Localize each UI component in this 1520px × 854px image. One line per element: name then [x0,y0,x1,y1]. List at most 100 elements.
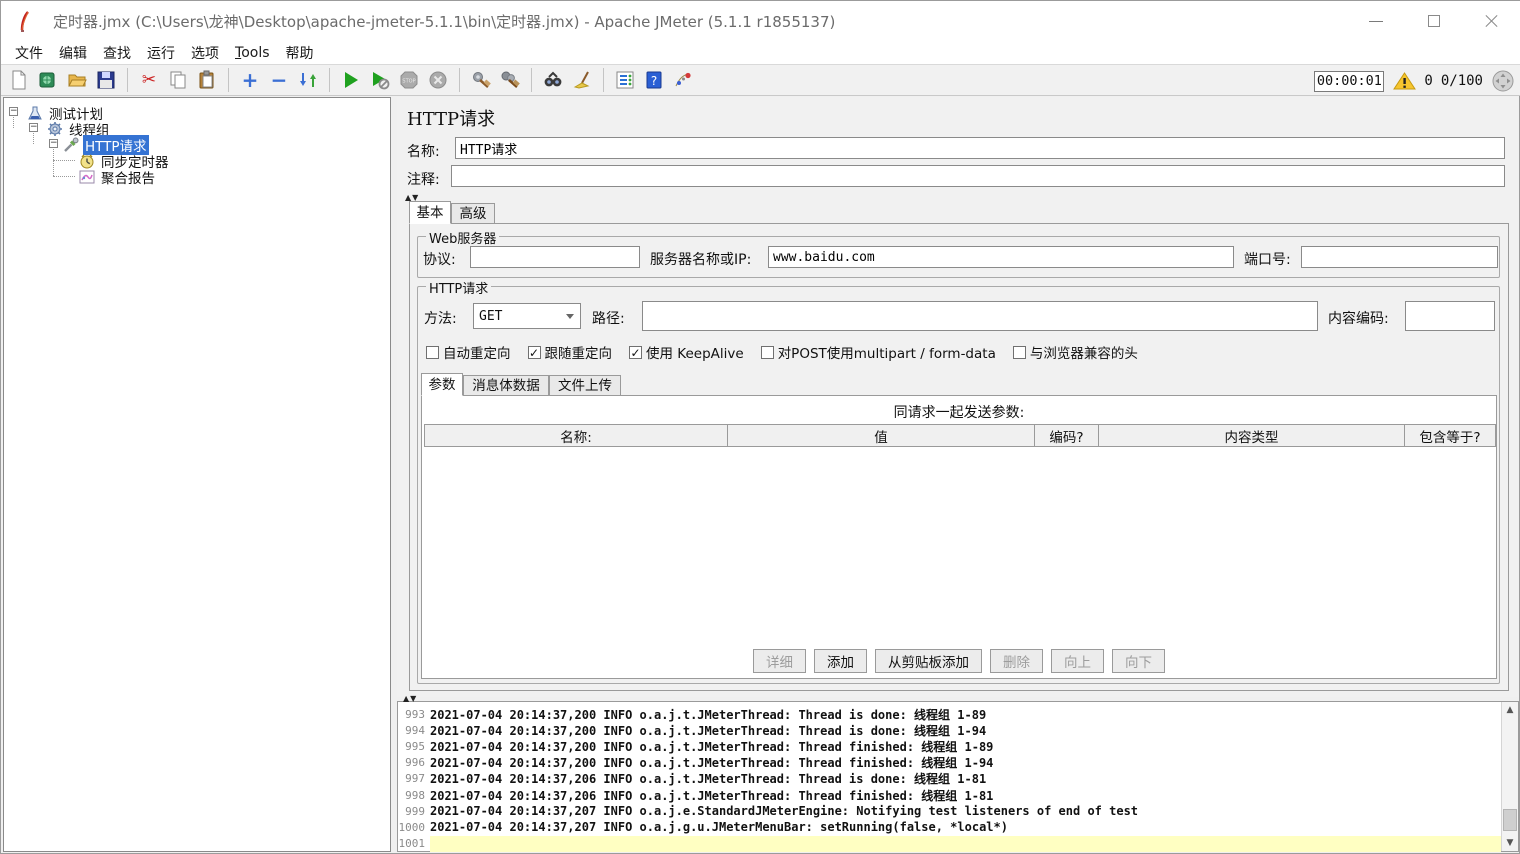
search-icon[interactable] [541,68,565,92]
menu-file[interactable]: 文件 [9,42,49,64]
path-label: 路径: [592,311,625,327]
toolbar-separator [603,68,604,92]
menu-search[interactable]: 查找 [97,42,137,64]
function-helper-icon[interactable] [613,68,637,92]
log-split-toggle[interactable]: ▲▼ [403,695,417,703]
tab-parameters[interactable]: 参数 [421,373,463,396]
add-button[interactable]: 添加 [814,649,867,673]
log-scrollbar[interactable]: ▲ ▼ [1501,702,1518,851]
minimize-button[interactable] [1347,1,1405,41]
minimize-icon [1369,20,1383,22]
tab-body-data[interactable]: 消息体数据 [463,375,549,396]
menu-edit[interactable]: 编辑 [53,42,93,64]
clear-all-icon[interactable] [498,68,522,92]
web-server-legend: Web服务器 [426,228,500,247]
toggle-icon[interactable] [296,68,320,92]
port-input[interactable] [1301,246,1498,268]
editor-title: HTTP请求 [407,109,496,130]
scrollbar-thumb[interactable] [1503,809,1517,831]
close-button[interactable] [1463,1,1520,41]
follow-redirects-auto-checkbox[interactable]: 自动重定向 [426,342,511,362]
protocol-input[interactable] [470,246,640,268]
tree-expand-handle[interactable]: − [9,107,18,116]
clear-icon[interactable] [469,68,493,92]
col-encode[interactable]: 编码? [1034,424,1098,447]
menu-help[interactable]: 帮助 [280,42,320,64]
cut-icon[interactable]: ✂ [137,68,161,92]
params-buttons: 详细 添加 从剪贴板添加 删除 向上 向下 [422,649,1496,673]
comment-input[interactable] [451,165,1505,187]
scroll-down-icon[interactable]: ▼ [1502,835,1518,851]
name-label: 名称: [407,144,440,160]
remote-status-icon[interactable] [1491,69,1515,93]
stop-icon[interactable]: STOP [397,68,421,92]
follow-redirects-checkbox[interactable]: ✓ 跟随重定向 [527,342,612,362]
log-line: 999 2021-07-04 20:14:37,207 INFO o.a.j.e.… [398,803,1501,819]
log-line-text: 2021-07-04 20:14:37,206 INFO o.a.j.t.JMe… [430,772,987,787]
log-line-number: 1000 [398,820,426,834]
templates-icon[interactable] [36,68,60,92]
close-icon [1485,14,1499,28]
params-table-body[interactable] [424,447,1496,644]
warning-icon[interactable] [1392,69,1416,93]
start-icon[interactable] [339,68,363,92]
collapse-all-icon[interactable]: − [267,68,291,92]
tree-expand-handle[interactable]: − [49,139,58,148]
col-value[interactable]: 值 [727,424,1034,447]
checkbox-icon: ✓ [527,345,541,360]
add-from-clipboard-button[interactable]: 从剪贴板添加 [875,649,982,673]
multipart-checkbox[interactable]: 对POST使用multipart / form-data [760,342,996,362]
log-line-number: 996 [405,756,425,770]
help-icon[interactable]: ? [642,68,666,92]
tab-label: 文件上传 [558,378,612,394]
log-line-text: 2021-07-04 20:14:37,207 INFO o.a.j.g.u.J… [430,820,1008,835]
encoding-input[interactable] [1405,301,1495,331]
copy-icon[interactable] [166,68,190,92]
open-file-icon[interactable] [65,68,89,92]
tab-basic[interactable]: 基本 [409,201,451,224]
col-include-equals[interactable]: 包含等于? [1404,424,1496,447]
paste-icon[interactable] [195,68,219,92]
menu-run[interactable]: 运行 [141,42,181,64]
method-select[interactable]: GET [473,303,581,329]
method-value: GET [479,308,503,324]
tab-label: 高级 [459,206,487,222]
tab-label: 基本 [416,205,444,221]
thread-group-icon [46,121,63,137]
port-label: 端口号: [1244,252,1291,268]
expand-all-icon[interactable]: + [238,68,262,92]
checkbox-icon: ✓ [629,345,642,360]
chevron-down-icon [566,313,574,319]
tab-file-upload[interactable]: 文件上传 [549,375,621,396]
maximize-button[interactable] [1405,1,1463,41]
browser-compatible-headers-checkbox[interactable]: 与浏览器兼容的头 [1012,342,1138,362]
checkbox-label: 对POST使用multipart / form-data [777,346,996,362]
scroll-up-icon[interactable]: ▲ [1502,702,1518,718]
tree-item-aggregate-report[interactable]: 聚合报告 [78,168,157,187]
new-file-icon[interactable] [7,68,31,92]
test-plan-tree: − 测试计划 − 线程组 − HTTP请求 同步定时器 聚合报告 [3,97,391,852]
parameters-panel: 同请求一起发送参数: 名称: 值 编码? 内容类型 包含等于? 详细 添加 从剪… [421,395,1497,679]
start-no-timers-icon[interactable] [368,68,392,92]
maximize-icon [1428,15,1440,27]
keepalive-checkbox[interactable]: ✓ 使用 KeepAlive [629,342,744,362]
name-input[interactable] [455,137,1505,159]
svg-text:?: ? [651,74,657,88]
menu-tools[interactable]: Tools [229,44,276,62]
menu-bar: 文件 编辑 查找 运行 选项 Tools 帮助 [1,41,1520,64]
server-input[interactable] [768,246,1234,268]
col-content-type[interactable]: 内容类型 [1098,424,1404,447]
shutdown-icon[interactable] [426,68,450,92]
path-input[interactable] [642,301,1318,331]
tab-advanced[interactable]: 高级 [451,203,495,224]
col-name[interactable]: 名称: [424,424,727,447]
log-line-number: 997 [405,772,425,786]
comment-label: 注释: [407,172,440,188]
sampler-editor: HTTP请求 名称: 注释: ▲▼ 基本 高级 Web服务器 协议: 服务器名称… [397,97,1519,697]
menu-options[interactable]: 选项 [185,42,225,64]
tree-expand-handle[interactable]: − [29,123,38,132]
log-line-text: 2021-07-04 20:14:37,200 INFO o.a.j.t.JMe… [430,723,987,738]
clear-search-icon[interactable] [570,68,594,92]
save-icon[interactable] [94,68,118,92]
jmeter-logo-icon[interactable] [671,68,695,92]
